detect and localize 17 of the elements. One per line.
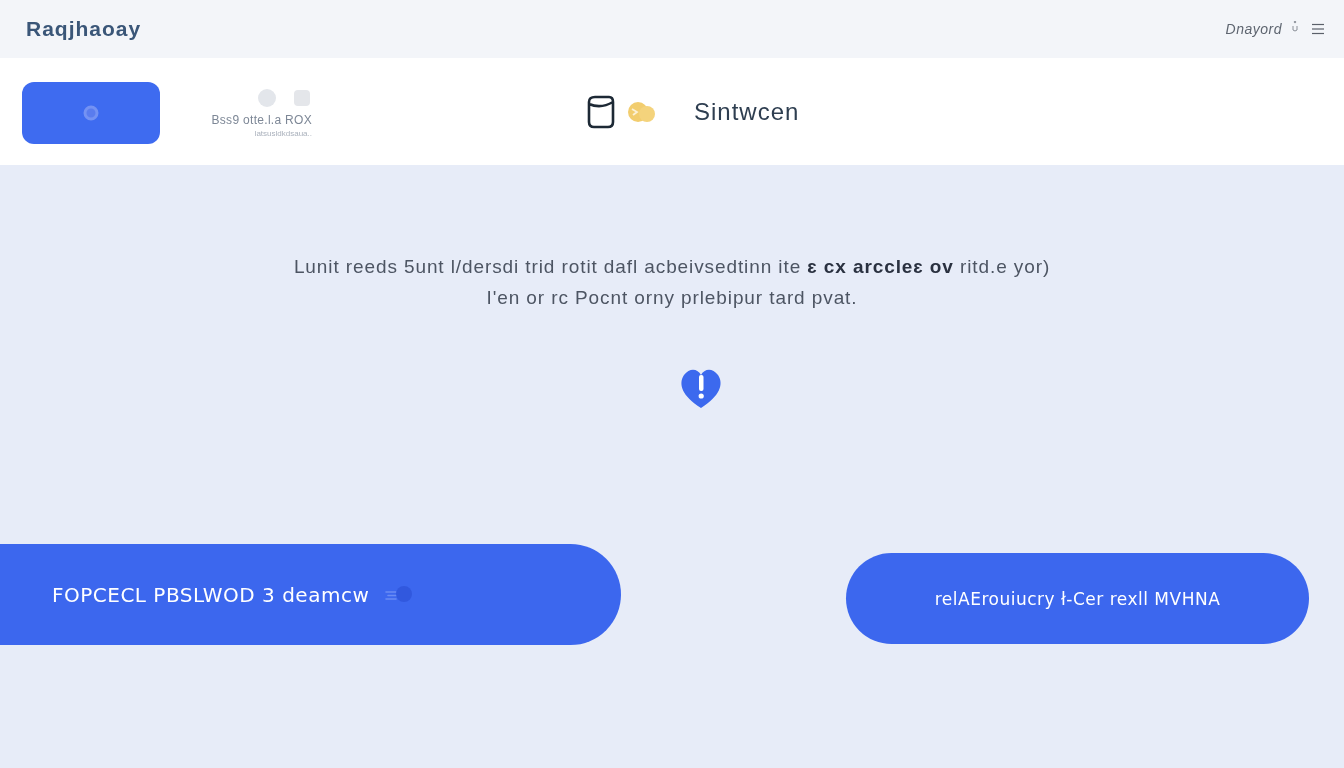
action-button[interactable] [22,81,160,144]
small-glyph-icon [1292,20,1298,32]
user-name[interactable]: Dnayord [1225,21,1282,37]
menu-icon[interactable] [1312,23,1324,35]
cloud-icon [626,99,656,124]
secondary-button[interactable]: relAErouiucry ł-Cer rexll MVHNA [846,553,1309,644]
tile-icon [294,90,310,106]
logo-text: Raqjhaoay [26,17,142,41]
message-text: Lunit reeds 5unt l/dersdi trid rotit dafl acbeivsedtinn ite ɛ cx arccleɛ ov ritd.e yor) I'en or rc Pocnt orny prlebipur tard pvat. [293,255,1051,310]
ring-icon [83,104,99,121]
primary-button[interactable]: FOPCECL PBSLWOD 3 deamcw [0,544,621,645]
status-subtext: latsusldkdsaua.. [254,129,312,138]
speed-icon [385,584,414,605]
cup-icon [586,94,616,129]
brand-name: Sintwcen [694,97,800,126]
dot-icon [258,89,276,107]
status-text: Bss9 otte.l.a ROX [211,113,312,127]
